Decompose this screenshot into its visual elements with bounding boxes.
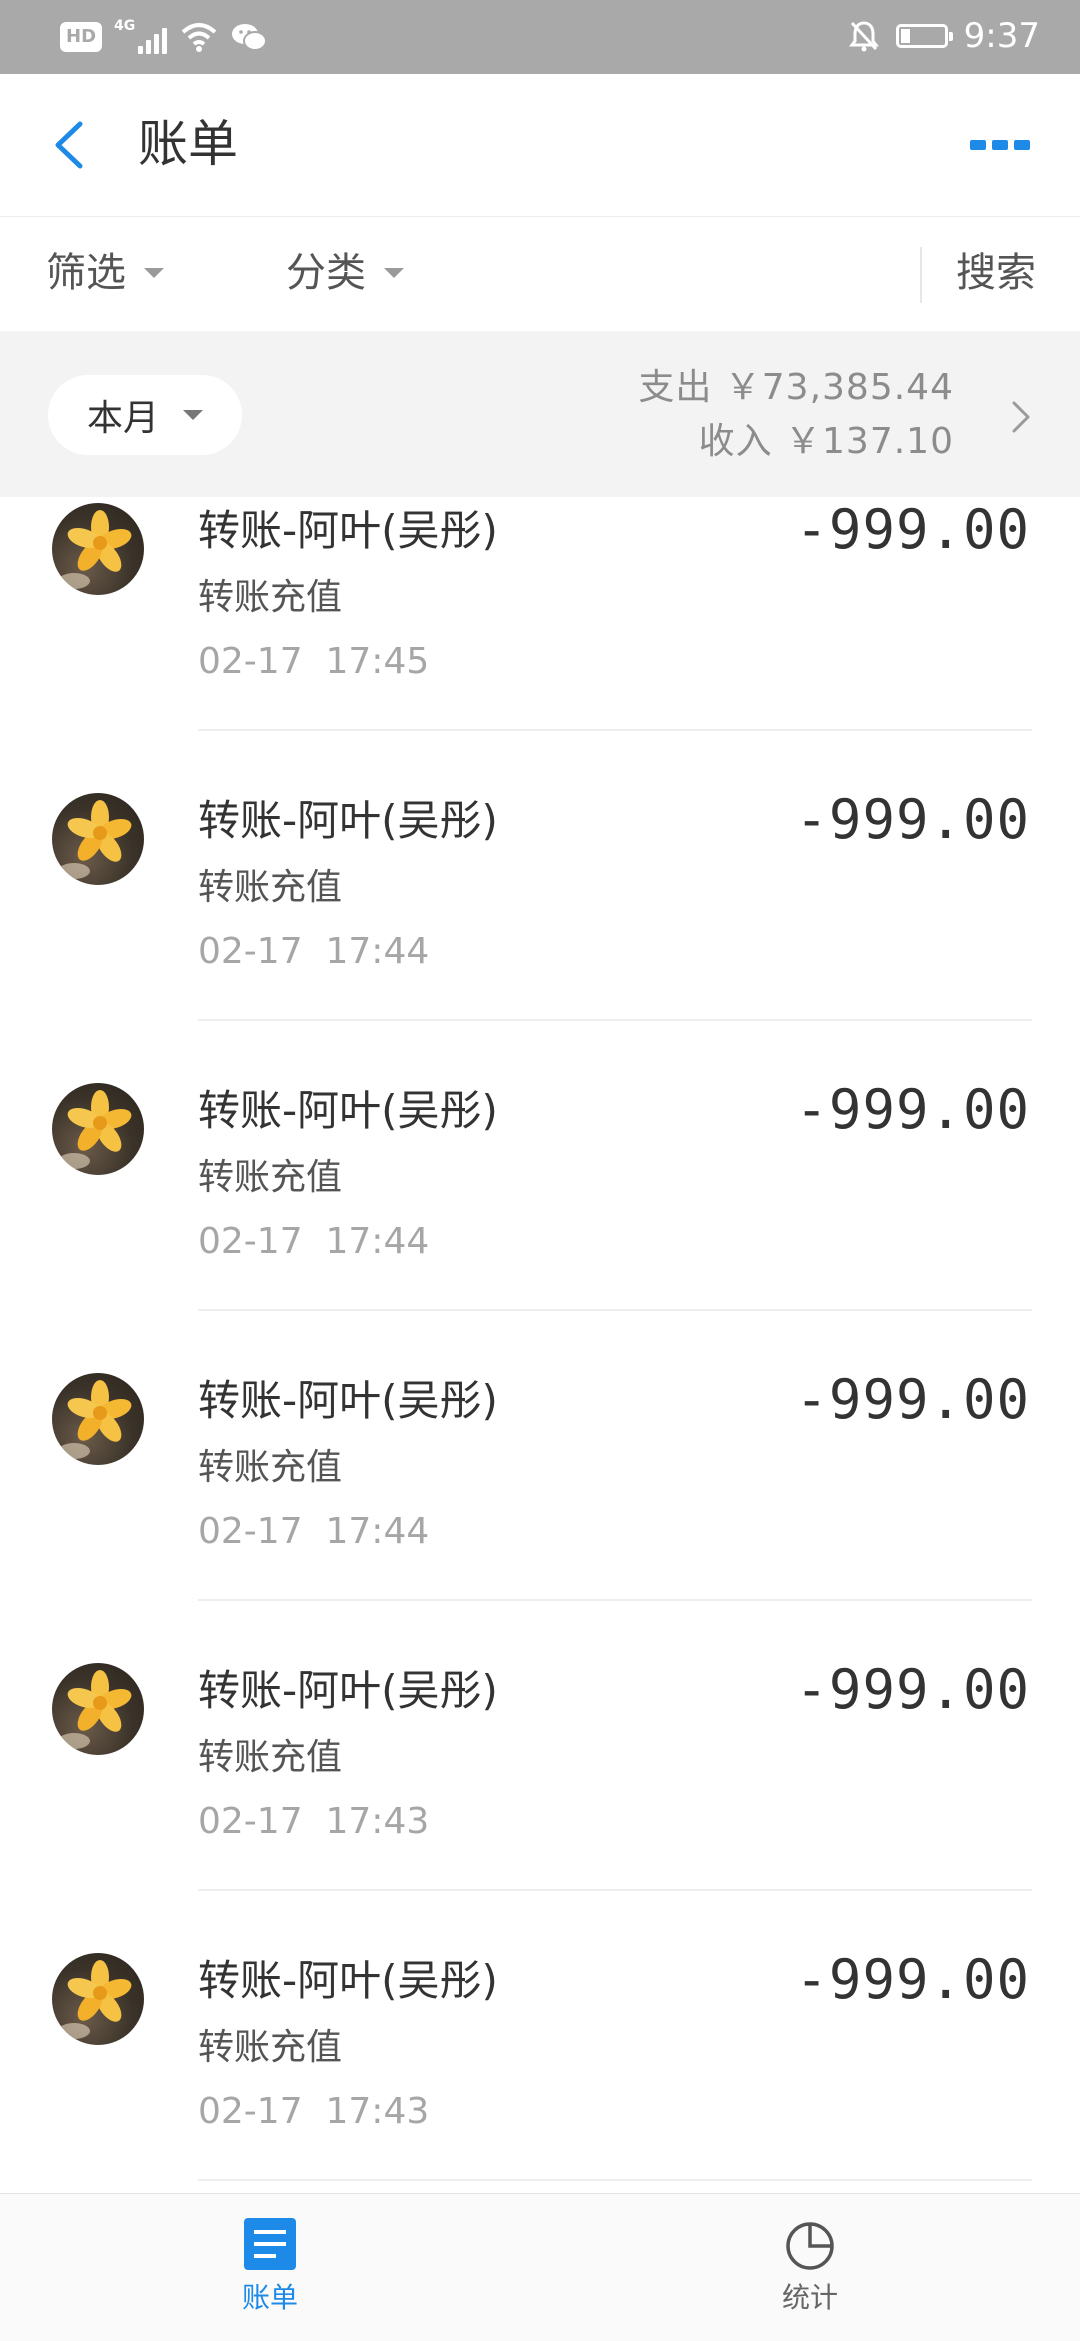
- transaction-time: 17:44: [325, 1511, 430, 1552]
- transaction-row[interactable]: 转账-阿叶(吴彤) 转账充值 02-17 17:44 -999.00: [0, 1311, 1080, 1601]
- clock: 9:37: [963, 16, 1040, 56]
- transaction-amount: -999.00: [795, 1948, 1030, 2011]
- transaction-datetime: 02-17 17:44: [198, 1217, 429, 1267]
- status-bar: HD 4G 9:37: [0, 0, 1080, 74]
- status-left: HD 4G: [60, 18, 268, 56]
- summary-totals: 支出 ￥73,385.44 收入 ￥137.10: [638, 361, 954, 469]
- more-options-icon[interactable]: [968, 136, 1032, 154]
- month-selector[interactable]: 本月: [48, 375, 242, 455]
- income-total: 收入 ￥137.10: [698, 421, 954, 462]
- bottom-nav: 账单 统计: [0, 2193, 1080, 2341]
- transaction-title: 转账-阿叶(吴彤): [198, 1666, 498, 1715]
- bill-list-icon: [244, 2218, 296, 2270]
- transaction-amount: -999.00: [795, 1078, 1030, 1141]
- transaction-title: 转账-阿叶(吴彤): [198, 796, 498, 845]
- flower-photo-icon: [58, 1670, 132, 1749]
- pie-chart-icon: [786, 2222, 834, 2270]
- transaction-date: 02-17: [198, 641, 303, 682]
- transaction-date: 02-17: [198, 2091, 303, 2132]
- network-type: 4G: [114, 18, 136, 34]
- cellular-signal-icon: 4G: [114, 18, 168, 54]
- transaction-subtitle: 转账充值: [198, 1157, 343, 1198]
- bell-muted-icon: [848, 21, 879, 52]
- transaction-date: 02-17: [198, 931, 303, 972]
- page-title: 账单: [138, 115, 238, 173]
- flower-photo-icon: [58, 1960, 132, 2039]
- battery-icon: [895, 24, 953, 48]
- transaction-time: 17:44: [325, 1221, 430, 1262]
- transaction-list[interactable]: 转账-阿叶(吴彤) 转账充值 02-17 17:45 -999.00 转账-阿叶(吴彤)…: [0, 497, 1080, 2193]
- chevron-right-icon[interactable]: [1008, 397, 1034, 437]
- transaction-title: 转账-阿叶(吴彤): [198, 1086, 498, 1135]
- transaction-date: 02-17: [198, 1221, 303, 1262]
- transaction-amount: -999.00: [795, 1658, 1030, 1721]
- avatar: [52, 1083, 144, 1175]
- transaction-time: 17:43: [325, 1801, 430, 1842]
- expense-total: 支出 ￥73,385.44: [638, 367, 954, 408]
- caret-down-icon: [384, 268, 404, 278]
- transaction-time: 17:44: [325, 931, 430, 972]
- month-summary[interactable]: 本月 支出 ￥73,385.44 收入 ￥137.10: [0, 331, 1080, 497]
- category-label: 分类: [286, 250, 366, 296]
- transaction-title: 转账-阿叶(吴彤): [198, 506, 498, 555]
- transaction-date: 02-17: [198, 1801, 303, 1842]
- avatar: [52, 1373, 144, 1465]
- transaction-amount: -999.00: [795, 498, 1030, 561]
- flower-photo-icon: [58, 1090, 132, 1169]
- caret-down-icon: [183, 410, 203, 420]
- wechat-icon: [232, 24, 268, 51]
- filter-label: 筛选: [46, 250, 126, 296]
- search-button[interactable]: 搜索: [956, 245, 1036, 301]
- transaction-row[interactable]: 转账-阿叶(吴彤) 转账充值 02-17 17:45 -999.00: [0, 497, 1080, 731]
- transaction-amount: -999.00: [795, 1368, 1030, 1431]
- header: 账单: [0, 74, 1080, 217]
- transaction-datetime: 02-17 17:45: [198, 637, 429, 687]
- transaction-datetime: 02-17 17:43: [198, 1797, 429, 1847]
- transaction-row[interactable]: 转账-阿叶(吴彤) 转账充值 02-17 17:43 -999.00: [0, 1891, 1080, 2181]
- transaction-datetime: 02-17 17:44: [198, 927, 429, 977]
- nav-bill-tab[interactable]: 账单: [200, 2216, 340, 2318]
- hd-badge: HD: [60, 22, 103, 52]
- transaction-datetime: 02-17 17:44: [198, 1507, 429, 1557]
- flower-photo-icon: [58, 800, 132, 879]
- transaction-row[interactable]: 转账-阿叶(吴彤) 转账充值 02-17 17:44 -999.00: [0, 731, 1080, 1021]
- transaction-title: 转账-阿叶(吴彤): [198, 1956, 498, 2005]
- transaction-amount: -999.00: [795, 788, 1030, 851]
- caret-down-icon: [144, 268, 164, 278]
- flower-photo-icon: [58, 510, 132, 589]
- nav-stats-tab[interactable]: 统计: [740, 2216, 880, 2318]
- transaction-subtitle: 转账充值: [198, 577, 343, 618]
- transaction-time: 17:43: [325, 2091, 430, 2132]
- flower-photo-icon: [58, 1380, 132, 1459]
- transaction-subtitle: 转账充值: [198, 2027, 343, 2068]
- transaction-title: 转账-阿叶(吴彤): [198, 1376, 498, 1425]
- transaction-subtitle: 转账充值: [198, 867, 343, 908]
- month-label: 本月: [86, 398, 159, 439]
- filter-bar: 筛选 分类 搜索: [0, 217, 1080, 331]
- row-divider: [198, 2179, 1032, 2181]
- transaction-date: 02-17: [198, 1511, 303, 1552]
- status-right: 9:37: [848, 14, 1040, 58]
- transaction-subtitle: 转账充值: [198, 1737, 343, 1778]
- nav-stats-label: 统计: [781, 2281, 838, 2314]
- filter-divider: [920, 247, 922, 303]
- avatar: [52, 503, 144, 595]
- back-arrow-icon[interactable]: [50, 120, 90, 170]
- wifi-icon: [181, 23, 217, 52]
- avatar: [52, 1663, 144, 1755]
- transaction-datetime: 02-17 17:43: [198, 2087, 429, 2137]
- avatar: [52, 793, 144, 885]
- transaction-row[interactable]: 转账-阿叶(吴彤) 转账充值 02-17 17:44 -999.00: [0, 1021, 1080, 1311]
- nav-bill-label: 账单: [241, 2281, 298, 2314]
- category-dropdown[interactable]: 分类: [286, 245, 404, 301]
- avatar: [52, 1953, 144, 2045]
- transaction-row[interactable]: 转账-阿叶(吴彤) 转账充值 02-17 17:43 -999.00: [0, 1601, 1080, 1891]
- filter-dropdown[interactable]: 筛选: [46, 245, 164, 301]
- transaction-time: 17:45: [325, 641, 430, 682]
- transaction-subtitle: 转账充值: [198, 1447, 343, 1488]
